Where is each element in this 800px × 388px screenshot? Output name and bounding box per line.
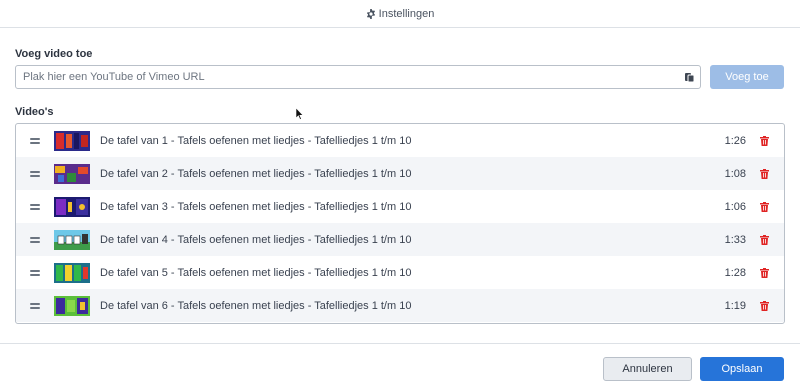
video-duration: 1:19 — [724, 299, 746, 312]
video-row[interactable]: De tafel van 6 - Tafels oefenen met lied… — [16, 289, 784, 322]
video-row[interactable]: De tafel van 4 - Tafels oefenen met lied… — [16, 223, 784, 256]
save-button[interactable]: Opslaan — [700, 357, 784, 381]
paste-icon[interactable] — [685, 72, 694, 82]
video-thumbnail — [54, 295, 90, 316]
video-row[interactable]: De tafel van 2 - Tafels oefenen met lied… — [16, 157, 784, 190]
trash-icon[interactable] — [760, 135, 769, 146]
mouse-cursor-icon — [296, 108, 304, 120]
videos-label: Video's — [15, 106, 54, 118]
video-row[interactable]: De tafel van 1 - Tafels oefenen met lied… — [16, 124, 784, 157]
video-thumbnail — [54, 163, 90, 184]
trash-icon[interactable] — [760, 234, 769, 245]
video-title: De tafel van 4 - Tafels oefenen met lied… — [100, 233, 412, 246]
video-list: De tafel van 1 - Tafels oefenen met lied… — [15, 123, 785, 324]
video-row[interactable]: De tafel van 3 - Tafels oefenen met lied… — [16, 190, 784, 223]
video-row[interactable]: De tafel van 5 - Tafels oefenen met lied… — [16, 256, 784, 289]
video-thumbnail — [54, 229, 90, 250]
drag-handle-icon[interactable] — [30, 137, 40, 144]
trash-icon[interactable] — [760, 300, 769, 311]
video-title: De tafel van 6 - Tafels oefenen met lied… — [100, 299, 412, 312]
add-video-button[interactable]: Voeg toe — [710, 65, 784, 89]
video-duration: 1:06 — [724, 200, 746, 213]
trash-icon[interactable] — [760, 267, 769, 278]
settings-header: Instellingen — [0, 0, 800, 28]
trash-icon[interactable] — [760, 168, 769, 179]
drag-handle-icon[interactable] — [30, 269, 40, 276]
url-field[interactable] — [15, 65, 701, 89]
drag-handle-icon[interactable] — [30, 170, 40, 177]
video-duration: 1:33 — [724, 233, 746, 246]
cancel-button[interactable]: Annuleren — [603, 357, 692, 381]
url-input[interactable] — [16, 66, 666, 88]
page-title: Instellingen — [378, 7, 435, 20]
video-duration: 1:28 — [724, 266, 746, 279]
video-duration: 1:08 — [724, 167, 746, 180]
video-thumbnail — [54, 196, 90, 217]
gear-icon — [366, 8, 376, 19]
drag-handle-icon[interactable] — [30, 302, 40, 309]
footer-divider — [0, 343, 800, 344]
video-title: De tafel van 1 - Tafels oefenen met lied… — [100, 134, 412, 147]
video-title: De tafel van 5 - Tafels oefenen met lied… — [100, 266, 412, 279]
video-duration: 1:26 — [724, 134, 746, 147]
video-title: De tafel van 2 - Tafels oefenen met lied… — [100, 167, 412, 180]
drag-handle-icon[interactable] — [30, 236, 40, 243]
video-title: De tafel van 3 - Tafels oefenen met lied… — [100, 200, 412, 213]
trash-icon[interactable] — [760, 201, 769, 212]
drag-handle-icon[interactable] — [30, 203, 40, 210]
video-thumbnail — [54, 130, 90, 151]
video-thumbnail — [54, 262, 90, 283]
add-video-label: Voeg video toe — [15, 48, 93, 60]
